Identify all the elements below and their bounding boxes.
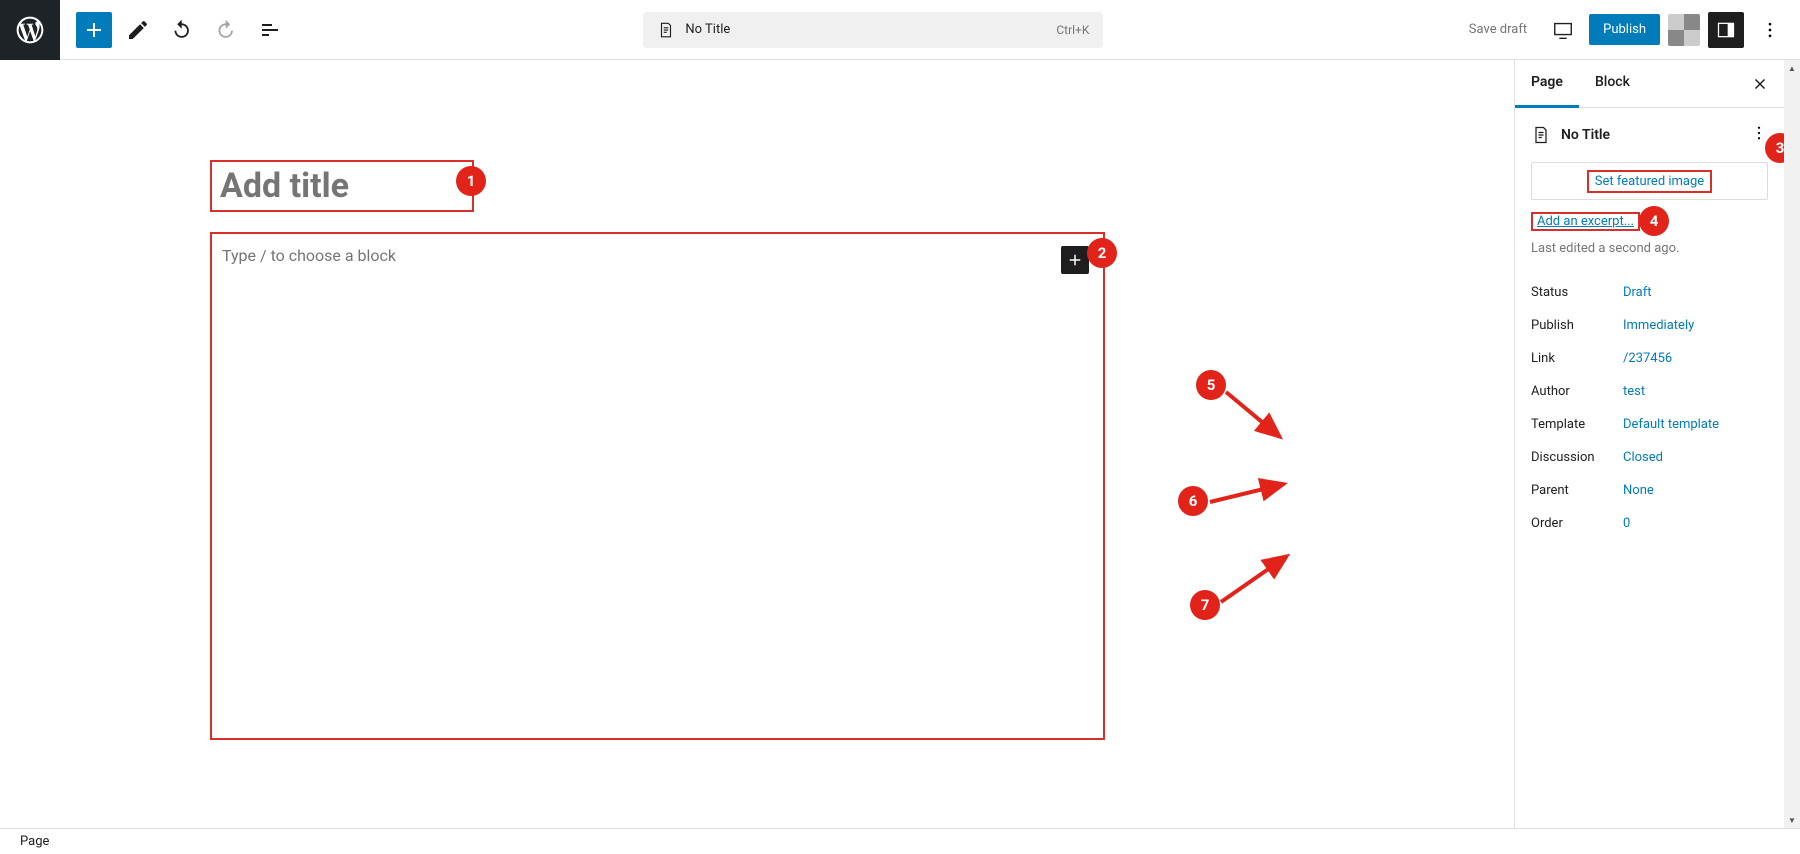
tab-page[interactable]: Page bbox=[1515, 60, 1579, 108]
tools-button[interactable] bbox=[120, 12, 156, 48]
pencil-icon bbox=[126, 18, 150, 42]
arrow-5 bbox=[1220, 382, 1290, 452]
close-sidebar-button[interactable] bbox=[1744, 68, 1776, 100]
sidebar-doc-title: No Title bbox=[1561, 127, 1610, 143]
settings-sidebar-toggle[interactable] bbox=[1708, 12, 1744, 48]
vertical-scrollbar[interactable]: ▲ ▼ bbox=[1784, 60, 1800, 828]
redo-button[interactable] bbox=[208, 12, 244, 48]
status-value[interactable]: Draft bbox=[1623, 285, 1652, 300]
document-title: No Title bbox=[685, 22, 730, 37]
annotation-4: 4 bbox=[1639, 206, 1669, 236]
last-edited-text: Last edited a second ago. bbox=[1531, 241, 1768, 256]
document-overview-button[interactable] bbox=[252, 12, 288, 48]
publish-value[interactable]: Immediately bbox=[1623, 318, 1694, 333]
meta-discussion: DiscussionClosed bbox=[1531, 441, 1768, 474]
settings-sidebar: Page Block No Title Set featured image 3… bbox=[1514, 60, 1784, 828]
add-block-button[interactable] bbox=[1061, 246, 1089, 274]
annotation-2: 2 bbox=[1087, 238, 1117, 268]
editor-canvas: Type / to choose a block 1 2 5 6 7 bbox=[0, 60, 1514, 828]
featured-image-box[interactable]: Set featured image 3 bbox=[1531, 162, 1768, 200]
scroll-up-icon: ▲ bbox=[1784, 60, 1800, 76]
arrow-7 bbox=[1215, 550, 1295, 610]
breadcrumb-bar: Page bbox=[0, 828, 1800, 854]
template-value[interactable]: Default template bbox=[1623, 417, 1719, 432]
content-area[interactable]: Type / to choose a block bbox=[210, 232, 1105, 740]
meta-status: StatusDraft bbox=[1531, 276, 1768, 309]
meta-publish: PublishImmediately bbox=[1531, 309, 1768, 342]
undo-button[interactable] bbox=[164, 12, 200, 48]
annotation-3: 3 bbox=[1765, 133, 1784, 163]
block-placeholder: Type / to choose a block bbox=[222, 246, 1093, 265]
tab-block[interactable]: Block bbox=[1579, 60, 1646, 108]
order-value[interactable]: 0 bbox=[1623, 516, 1630, 531]
block-inserter-button[interactable] bbox=[76, 12, 112, 48]
scroll-down-icon: ▼ bbox=[1784, 812, 1800, 828]
page-icon bbox=[1531, 125, 1551, 145]
publish-button[interactable]: Publish bbox=[1589, 14, 1660, 45]
plus-icon bbox=[1066, 251, 1084, 269]
author-value[interactable]: test bbox=[1623, 384, 1645, 399]
meta-link: Link/237456 bbox=[1531, 342, 1768, 375]
redo-icon bbox=[214, 18, 238, 42]
shortcut-label: Ctrl+K bbox=[1056, 23, 1089, 37]
preview-button[interactable] bbox=[1545, 12, 1581, 48]
top-toolbar: No Title Ctrl+K Save draft Publish bbox=[0, 0, 1800, 60]
meta-parent: ParentNone bbox=[1531, 474, 1768, 507]
arrow-6 bbox=[1204, 478, 1294, 518]
save-draft-button[interactable]: Save draft bbox=[1459, 16, 1537, 43]
breadcrumb[interactable]: Page bbox=[20, 834, 49, 849]
annotation-5: 5 bbox=[1196, 370, 1226, 400]
annotation-6: 6 bbox=[1178, 486, 1208, 516]
discussion-value[interactable]: Closed bbox=[1623, 450, 1663, 465]
list-icon bbox=[258, 18, 282, 42]
page-icon bbox=[657, 21, 675, 39]
meta-author: Authortest bbox=[1531, 375, 1768, 408]
add-excerpt-link[interactable]: Add an excerpt... bbox=[1537, 214, 1634, 229]
parent-value[interactable]: None bbox=[1623, 483, 1654, 498]
link-value[interactable]: /237456 bbox=[1623, 351, 1672, 366]
kebab-icon bbox=[1750, 124, 1768, 142]
annotation-7: 7 bbox=[1190, 590, 1220, 620]
meta-template: TemplateDefault template bbox=[1531, 408, 1768, 441]
plus-icon bbox=[82, 18, 106, 42]
meta-order: Order0 bbox=[1531, 507, 1768, 540]
wordpress-icon bbox=[14, 14, 46, 46]
sidebar-icon bbox=[1716, 20, 1736, 40]
title-input[interactable] bbox=[212, 162, 472, 210]
undo-icon bbox=[170, 18, 194, 42]
desktop-icon bbox=[1552, 19, 1574, 41]
close-icon bbox=[1751, 75, 1769, 93]
wordpress-logo[interactable] bbox=[0, 0, 60, 60]
set-featured-image-link[interactable]: Set featured image bbox=[1595, 174, 1704, 189]
annotation-1: 1 bbox=[456, 166, 486, 196]
options-button[interactable] bbox=[1752, 12, 1788, 48]
document-bar[interactable]: No Title Ctrl+K bbox=[643, 12, 1103, 48]
user-avatar[interactable] bbox=[1668, 14, 1700, 46]
kebab-icon bbox=[1760, 20, 1780, 40]
